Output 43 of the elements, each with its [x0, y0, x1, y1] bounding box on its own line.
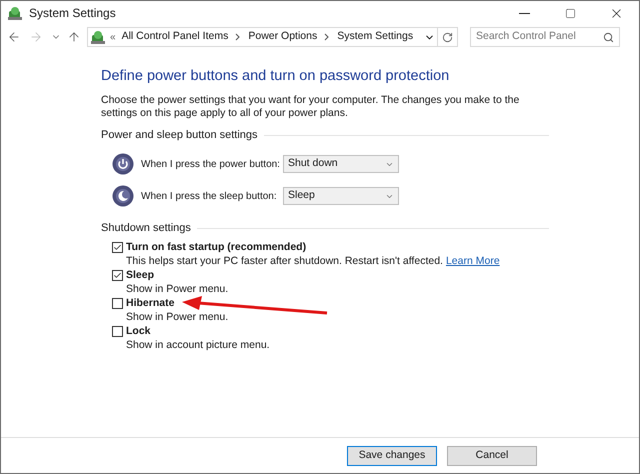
chevron-right-icon [235, 33, 242, 41]
action-dropdown[interactable]: Shut down [283, 155, 399, 174]
page-description: Choose the power settings that you want for your computer. The changes you make to the settings on this page apply to all of your power plans. [101, 94, 520, 120]
maximize-icon [564, 8, 576, 18]
section-title: Shutdown settings [101, 221, 191, 236]
control-panel-icon [7, 5, 23, 21]
search-input[interactable]: Search Control Panel [476, 29, 603, 45]
setting-label: When I press the sleep button: [141, 190, 278, 204]
power-icon [112, 153, 134, 176]
option-description: Show in Power menu. [126, 310, 228, 325]
option-label: Lock [126, 324, 151, 339]
breadcrumb[interactable]: System Settings [337, 29, 414, 45]
page-heading: Define power buttons and turn on password protection [101, 67, 450, 86]
option-description: This helps start your PC faster after shutdown. Restart isn't affected. [126, 254, 443, 269]
checkbox[interactable] [112, 298, 123, 310]
search-field[interactable]: Search Control Panel [470, 27, 620, 47]
cancel-button[interactable]: Cancel [447, 446, 537, 466]
option-description: Show in Power menu. [126, 282, 228, 297]
option-label: Sleep [126, 268, 154, 283]
checkbox[interactable] [112, 270, 123, 282]
section-title: Power and sleep button settings [101, 128, 258, 143]
option-label: Hibernate [126, 296, 174, 311]
save-button[interactable]: Save changes [347, 446, 437, 466]
control-panel-icon [90, 29, 106, 45]
checkbox[interactable] [112, 326, 123, 338]
search-icon [603, 32, 614, 42]
action-dropdown[interactable]: Sleep [283, 187, 399, 206]
breadcrumb[interactable]: Power Options [248, 29, 318, 45]
refresh-icon[interactable] [442, 32, 453, 42]
moon-icon [112, 185, 134, 208]
address-bar[interactable]: « All Control Panel Items Power Options System Settings [87, 27, 458, 47]
window-title: System Settings [29, 5, 116, 22]
up-arrow-icon [67, 30, 81, 44]
option-description: Show in account picture menu. [126, 338, 270, 353]
setting-label: When I press the power button: [141, 158, 281, 172]
minimize-icon [518, 12, 530, 14]
chevron-right-icon [324, 33, 330, 41]
breadcrumb[interactable]: All Control Panel Items [122, 29, 228, 45]
overflow-chevron[interactable]: « [110, 30, 116, 44]
learn-more-link[interactable]: Learn More [446, 254, 500, 270]
checkbox[interactable] [112, 242, 123, 254]
option-label: Turn on fast startup (recommended) [126, 240, 306, 255]
forward-arrow-icon [29, 30, 43, 44]
